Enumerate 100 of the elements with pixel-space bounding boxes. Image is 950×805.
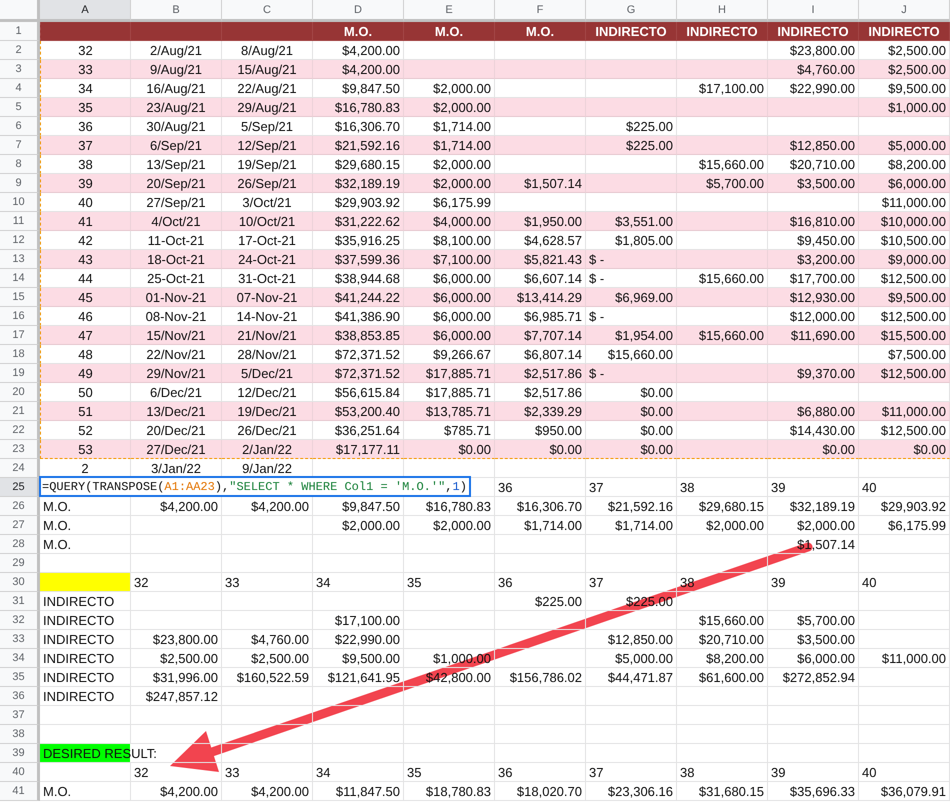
row-header[interactable]: 24: [0, 459, 40, 478]
row-header[interactable]: 20: [0, 383, 40, 402]
row-header[interactable]: 15: [0, 288, 40, 307]
header-cell: INDIRECTO: [859, 22, 950, 41]
row-header[interactable]: 11: [0, 212, 40, 231]
row-header[interactable]: 22: [0, 421, 40, 440]
table-cell: 39: [768, 478, 859, 497]
column-header[interactable]: C: [222, 0, 313, 22]
table-cell: $4,200.00: [131, 782, 222, 801]
row-header[interactable]: 30: [0, 573, 40, 592]
table-cell: 39: [768, 573, 859, 592]
row-header[interactable]: 34: [0, 649, 40, 668]
table-cell: $121,641.95: [313, 668, 404, 687]
table-cell: $6,969.00: [586, 288, 677, 307]
table-cell: 26/Sep/21: [222, 174, 313, 193]
row-header[interactable]: 25: [0, 478, 40, 497]
row-header[interactable]: 1: [0, 22, 40, 41]
column-header[interactable]: I: [768, 0, 859, 22]
table-cell: $225.00: [495, 592, 586, 611]
row-header[interactable]: 9: [0, 174, 40, 193]
row-header[interactable]: 16: [0, 307, 40, 326]
table-cell: $18,020.70: [495, 782, 586, 801]
row-header[interactable]: 40: [0, 763, 40, 782]
row-header[interactable]: 28: [0, 535, 40, 554]
column-header[interactable]: G: [586, 0, 677, 22]
formula-editor[interactable]: =QUERY(TRANSPOSE(A1:AA23),"SELECT * WHERE Col1 = 'M.O.'",1): [39, 476, 471, 497]
row-header[interactable]: 41: [0, 782, 40, 801]
table-cell: $16,306.70: [495, 497, 586, 516]
table-cell: $ -: [586, 250, 677, 269]
row-header[interactable]: 36: [0, 687, 40, 706]
table-cell: 53: [40, 440, 131, 459]
table-cell: 20/Sep/21: [131, 174, 222, 193]
row-header[interactable]: 35: [0, 668, 40, 687]
table-cell: 43: [40, 250, 131, 269]
column-header[interactable]: B: [131, 0, 222, 22]
table-cell: $15,660.00: [677, 611, 768, 630]
column-header[interactable]: D: [313, 0, 404, 22]
row-header[interactable]: 10: [0, 193, 40, 212]
row-header[interactable]: 39: [0, 744, 40, 763]
table-cell: $1,950.00: [495, 212, 586, 231]
column-header[interactable]: J: [859, 0, 950, 22]
row-header[interactable]: 21: [0, 402, 40, 421]
row-header[interactable]: 8: [0, 155, 40, 174]
row-header[interactable]: 31: [0, 592, 40, 611]
table-cell: 34: [313, 763, 404, 782]
column-header[interactable]: H: [677, 0, 768, 22]
table-cell: M.O.: [40, 782, 131, 801]
table-cell: $9,000.00: [859, 250, 950, 269]
table-cell: $31,996.00: [131, 668, 222, 687]
row-header[interactable]: 5: [0, 98, 40, 117]
table-cell: 32: [131, 763, 222, 782]
row-header[interactable]: 7: [0, 136, 40, 155]
table-cell: $15,660.00: [677, 326, 768, 345]
row-header[interactable]: 13: [0, 250, 40, 269]
table-cell: $37,599.36: [313, 250, 404, 269]
table-cell: $160,522.59: [222, 668, 313, 687]
table-cell: $6,175.99: [859, 516, 950, 535]
header-cell: INDIRECTO: [677, 22, 768, 41]
row-header[interactable]: 38: [0, 725, 40, 744]
row-header[interactable]: 33: [0, 630, 40, 649]
select-all-corner[interactable]: [0, 0, 40, 22]
column-header[interactable]: E: [404, 0, 495, 22]
table-cell: $1,954.00: [586, 326, 677, 345]
table-cell: 35: [404, 573, 495, 592]
row-header[interactable]: 3: [0, 60, 40, 79]
row-header[interactable]: 19: [0, 364, 40, 383]
row-header[interactable]: 29: [0, 554, 40, 573]
table-cell: $2,500.00: [222, 649, 313, 668]
table-cell: INDIRECTO: [40, 630, 131, 649]
row-header[interactable]: 26: [0, 497, 40, 516]
table-cell: $12,500.00: [859, 364, 950, 383]
table-cell: $6,000.00: [859, 174, 950, 193]
table-cell: $0.00: [495, 440, 586, 459]
table-cell: $0.00: [768, 440, 859, 459]
row-header[interactable]: 2: [0, 41, 40, 60]
row-header[interactable]: 23: [0, 440, 40, 459]
row-header[interactable]: 4: [0, 79, 40, 98]
row-header[interactable]: 6: [0, 117, 40, 136]
table-cell: 36: [495, 478, 586, 497]
row-header[interactable]: 17: [0, 326, 40, 345]
table-cell: $5,821.43: [495, 250, 586, 269]
row-header[interactable]: 14: [0, 269, 40, 288]
table-cell: $22,990.00: [313, 630, 404, 649]
table-cell: 19/Dec/21: [222, 402, 313, 421]
column-header[interactable]: F: [495, 0, 586, 22]
table-cell: INDIRECTO: [40, 687, 131, 706]
column-header[interactable]: A: [40, 0, 131, 22]
table-cell: M.O.: [40, 497, 131, 516]
table-cell: $36,079.91: [859, 782, 950, 801]
row-header[interactable]: 12: [0, 231, 40, 250]
table-cell: $1,000.00: [859, 98, 950, 117]
table-cell: $2,339.29: [495, 402, 586, 421]
row-header[interactable]: 18: [0, 345, 40, 364]
row-header[interactable]: 32: [0, 611, 40, 630]
table-cell: 24-Oct-21: [222, 250, 313, 269]
row-header[interactable]: 27: [0, 516, 40, 535]
row-header[interactable]: 37: [0, 706, 40, 725]
table-cell: $6,880.00: [768, 402, 859, 421]
table-cell: $247,857.12: [131, 687, 222, 706]
table-cell: $0.00: [404, 440, 495, 459]
